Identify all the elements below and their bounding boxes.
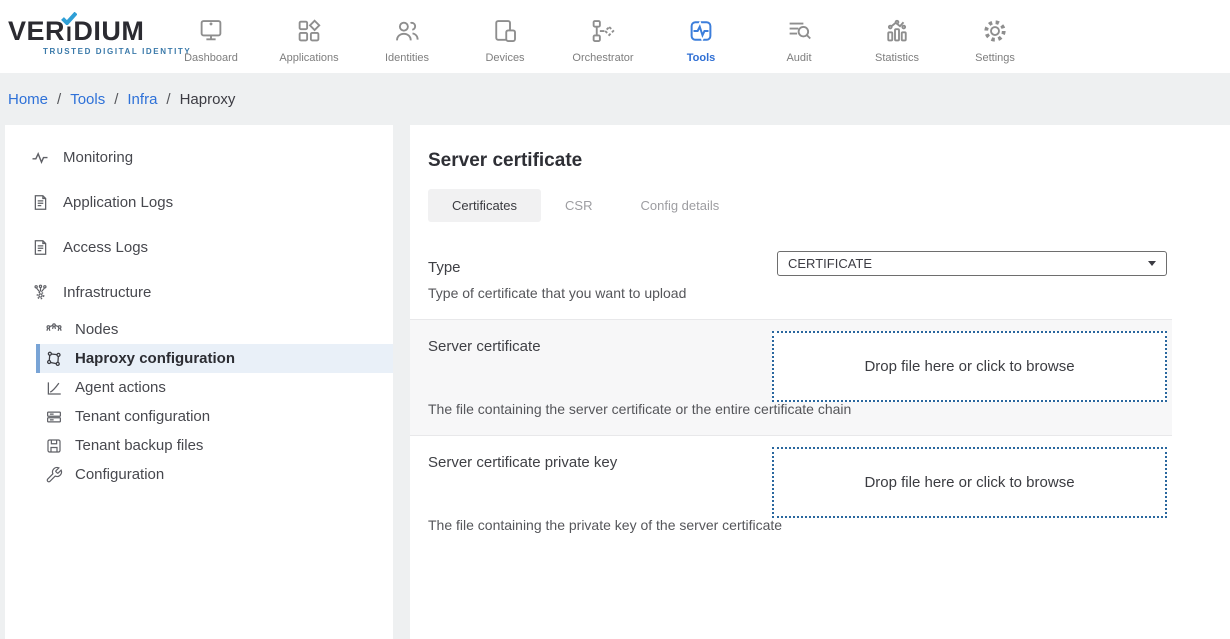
statistics-icon — [882, 14, 912, 48]
brand-logo[interactable]: VERIDIUM TRUSTED DIGITAL IDENTITY — [0, 18, 162, 56]
chevron-down-icon — [1148, 261, 1156, 266]
sidebar-item-configuration[interactable]: Configuration — [36, 460, 393, 489]
nodes-icon — [45, 321, 63, 339]
private-key-description: The file containing the private key of t… — [428, 516, 1154, 535]
sidebar-item-label: Tenant configuration — [75, 408, 210, 425]
nav-item-statistics[interactable]: Statistics — [848, 10, 946, 64]
sidebar-item-tenant-configuration[interactable]: Tenant configuration — [36, 402, 393, 431]
certificate-form: Type Type of certificate that you want t… — [410, 241, 1172, 551]
nav-item-dashboard[interactable]: Dashboard — [162, 10, 260, 64]
tabs: Certificates CSR Config details — [428, 189, 1230, 222]
type-field-description: Type of certificate that you want to upl… — [428, 284, 1154, 303]
server-stack-icon — [45, 408, 63, 426]
type-field-row: Type Type of certificate that you want t… — [410, 241, 1172, 319]
brand-name-part: DIUM — [73, 18, 144, 45]
devices-icon — [490, 14, 520, 48]
sidebar: Monitoring Application Logs Access Logs — [5, 125, 393, 639]
sidebar-item-infrastructure[interactable]: Infrastructure — [5, 270, 393, 315]
breadcrumb-home[interactable]: Home — [8, 91, 48, 108]
sidebar-item-label: Application Logs — [63, 194, 173, 211]
sidebar-item-application-logs[interactable]: Application Logs — [5, 180, 393, 225]
settings-icon — [980, 14, 1010, 48]
breadcrumb-separator: / — [57, 91, 61, 108]
floppy-disk-icon — [45, 437, 63, 455]
sidebar-item-agent-actions[interactable]: Agent actions — [36, 373, 393, 402]
nav-item-audit[interactable]: Audit — [750, 10, 848, 64]
breadcrumb-separator: / — [166, 91, 170, 108]
page-body: Monitoring Application Logs Access Logs — [0, 125, 1230, 639]
breadcrumb-separator: / — [114, 91, 118, 108]
sidebar-item-nodes[interactable]: Nodes — [36, 315, 393, 344]
nav-item-orchestrator[interactable]: Orchestrator — [554, 10, 652, 64]
certificate-type-select[interactable]: CERTIFICATE — [777, 251, 1167, 276]
brand-tagline: TRUSTED DIGITAL IDENTITY — [8, 47, 162, 56]
server-certificate-row: Server certificate Drop file here or cli… — [410, 319, 1172, 436]
private-key-dropzone[interactable]: Drop file here or click to browse — [772, 447, 1167, 518]
tools-icon — [686, 14, 716, 48]
sidebar-item-label: Configuration — [75, 466, 164, 483]
wrench-icon — [45, 466, 63, 484]
sidebar-item-label: Agent actions — [75, 379, 166, 396]
tab-csr[interactable]: CSR — [541, 189, 616, 222]
sidebar-item-label: Haproxy configuration — [75, 350, 235, 367]
breadcrumb-infra[interactable]: Infra — [127, 91, 157, 108]
dropzone-text: Drop file here or click to browse — [864, 358, 1074, 375]
document-icon — [30, 238, 50, 258]
audit-icon — [784, 14, 814, 48]
nav-item-settings[interactable]: Settings — [946, 10, 1044, 64]
sidebar-item-label: Infrastructure — [63, 284, 151, 301]
sidebar-item-tenant-backup-files[interactable]: Tenant backup files — [36, 431, 393, 460]
nav-item-devices[interactable]: Devices — [456, 10, 554, 64]
tab-config-details[interactable]: Config details — [616, 189, 743, 222]
tab-certificates[interactable]: Certificates — [428, 189, 541, 222]
brand-name-part: VER — [8, 18, 65, 45]
nav-item-tools[interactable]: Tools — [652, 10, 750, 64]
graph-nodes-icon — [45, 350, 63, 368]
main-content: Server certificate Certificates CSR Conf… — [410, 125, 1230, 639]
sidebar-item-label: Monitoring — [63, 149, 133, 166]
applications-icon — [294, 14, 324, 48]
dropzone-text: Drop file here or click to browse — [864, 474, 1074, 491]
sidebar-item-label: Nodes — [75, 321, 118, 338]
orchestrator-icon — [588, 14, 618, 48]
sidebar-item-haproxy-configuration[interactable]: Haproxy configuration — [36, 344, 393, 373]
server-certificate-dropzone[interactable]: Drop file here or click to browse — [772, 331, 1167, 402]
main-nav: Dashboard Applications Iden — [162, 10, 1044, 64]
sidebar-item-label: Access Logs — [63, 239, 148, 256]
app-header: VERIDIUM TRUSTED DIGITAL IDENTITY Dashbo… — [0, 0, 1230, 73]
breadcrumb-current: Haproxy — [180, 91, 236, 108]
certificate-type-value: CERTIFICATE — [788, 256, 872, 271]
identities-icon — [392, 14, 422, 48]
line-chart-icon — [45, 379, 63, 397]
brand-name-part: I — [66, 23, 72, 46]
checkmark-icon — [61, 12, 77, 25]
brand-name: VERIDIUM — [8, 18, 162, 45]
sidebar-item-label: Tenant backup files — [75, 437, 203, 454]
monitoring-icon — [30, 148, 50, 168]
sidebar-item-monitoring[interactable]: Monitoring — [5, 135, 393, 180]
breadcrumb: Home / Tools / Infra / Haproxy — [0, 73, 1230, 125]
nav-item-applications[interactable]: Applications — [260, 10, 358, 64]
document-icon — [30, 193, 50, 213]
dashboard-icon — [196, 14, 226, 48]
sidebar-item-access-logs[interactable]: Access Logs — [5, 225, 393, 270]
breadcrumb-tools[interactable]: Tools — [70, 91, 105, 108]
infrastructure-icon — [30, 283, 50, 303]
private-key-row: Server certificate private key Drop file… — [410, 436, 1172, 551]
nav-item-identities[interactable]: Identities — [358, 10, 456, 64]
server-certificate-description: The file containing the server certifica… — [428, 400, 1154, 419]
page-title: Server certificate — [428, 150, 1230, 172]
